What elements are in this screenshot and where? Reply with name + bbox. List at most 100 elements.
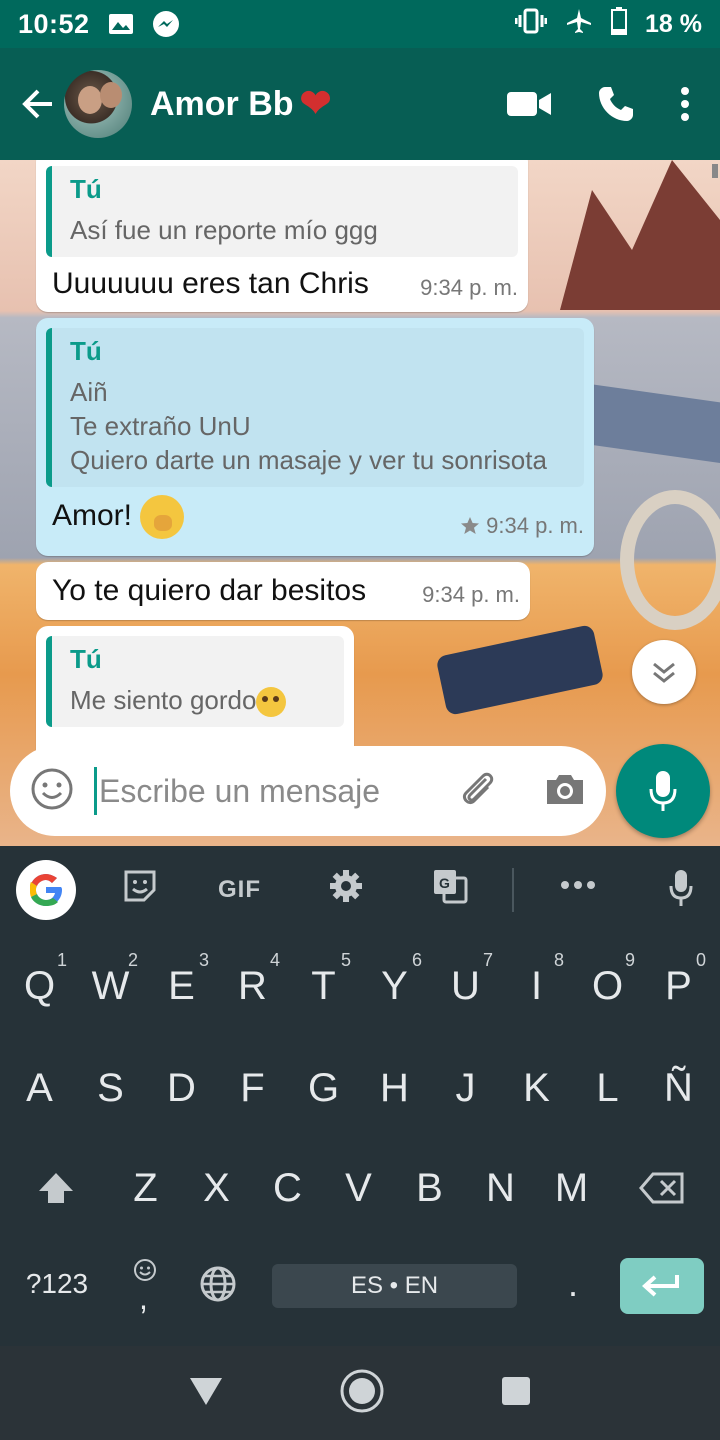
message-time: 9:34 p. m. bbox=[420, 275, 518, 300]
microphone-icon bbox=[649, 771, 677, 811]
key-o[interactable]: O9 bbox=[572, 934, 643, 1038]
back-arrow-icon[interactable] bbox=[12, 74, 64, 134]
more-icon[interactable] bbox=[560, 880, 596, 890]
key-h[interactable]: H bbox=[359, 1038, 430, 1138]
key-g[interactable]: G bbox=[288, 1038, 359, 1138]
video-call-icon[interactable] bbox=[506, 89, 552, 119]
svg-text:G: G bbox=[439, 875, 450, 891]
keyboard-toolbar: GIF G bbox=[0, 846, 720, 934]
quote-text: Aiñ bbox=[70, 377, 108, 407]
message-bubble-outgoing[interactable]: Tú Aiñ Te extraño UnU Quiero darte un ma… bbox=[36, 318, 594, 556]
contact-name: Amor Bb bbox=[150, 84, 294, 123]
key-e[interactable]: E3 bbox=[146, 934, 217, 1038]
status-time: 10:52 bbox=[18, 8, 90, 39]
heart-emoji: ❤ bbox=[299, 83, 332, 125]
key-number-hint: 5 bbox=[340, 950, 351, 970]
key-c[interactable]: C bbox=[252, 1138, 323, 1238]
double-chevron-down-icon bbox=[653, 662, 675, 683]
key-q[interactable]: Q1 bbox=[4, 934, 75, 1038]
key-z[interactable]: Z bbox=[110, 1138, 181, 1238]
key-s[interactable]: S bbox=[75, 1038, 146, 1138]
translate-icon[interactable]: G bbox=[432, 868, 468, 904]
key-number-hint: 9 bbox=[624, 950, 635, 970]
more-options-icon[interactable] bbox=[680, 86, 690, 122]
key-label: Y bbox=[381, 963, 408, 1008]
key-j[interactable]: J bbox=[430, 1038, 501, 1138]
quoted-message[interactable]: Tú Me siento gordo bbox=[46, 636, 344, 728]
key-number-hint: 0 bbox=[695, 950, 706, 970]
symbols-key[interactable]: ?123 bbox=[10, 1234, 104, 1334]
recents-square-icon[interactable] bbox=[500, 1375, 532, 1412]
language-key[interactable] bbox=[186, 1234, 250, 1334]
keyboard-mic-icon[interactable] bbox=[668, 868, 694, 908]
attach-icon[interactable] bbox=[456, 767, 500, 816]
gif-button[interactable]: GIF bbox=[218, 876, 261, 904]
emoji-icon bbox=[134, 1259, 156, 1281]
space-bar[interactable]: ES • EN bbox=[272, 1264, 517, 1308]
key-number-hint: 7 bbox=[482, 950, 493, 970]
key-b[interactable]: B bbox=[394, 1138, 465, 1238]
message-bubble-incoming[interactable]: Yo te quiero dar besitos 9:34 p. m. bbox=[36, 562, 530, 620]
comma-key[interactable]: , bbox=[112, 1234, 178, 1334]
message-time: 9:34 p. m. bbox=[422, 582, 520, 607]
voice-message-button[interactable] bbox=[616, 744, 710, 838]
key-l[interactable]: L bbox=[572, 1038, 643, 1138]
voice-call-icon[interactable] bbox=[596, 84, 636, 124]
key-p[interactable]: P0 bbox=[643, 934, 714, 1038]
scroll-to-bottom-button[interactable] bbox=[632, 640, 696, 704]
message-text: Uuuuuuu eres tan Chris bbox=[52, 267, 369, 300]
key-number-hint: 4 bbox=[269, 950, 280, 970]
key-number-hint: 2 bbox=[127, 950, 138, 970]
key-i[interactable]: I8 bbox=[501, 934, 572, 1038]
key-m[interactable]: M bbox=[536, 1138, 607, 1238]
key-row-4: ?123 , ES • EN . bbox=[0, 1234, 720, 1334]
airplane-mode-icon bbox=[565, 7, 593, 42]
navigation-bar bbox=[0, 1346, 720, 1440]
enter-key[interactable] bbox=[620, 1258, 704, 1314]
message-input[interactable]: Escribe un mensaje bbox=[94, 767, 380, 815]
quoted-message[interactable]: Tú Así fue un reporte mío ggg bbox=[46, 166, 518, 257]
camera-icon[interactable] bbox=[544, 771, 586, 812]
gallery-icon bbox=[108, 13, 134, 35]
key-a[interactable]: A bbox=[4, 1038, 75, 1138]
quote-text: Me siento gordo bbox=[70, 685, 257, 715]
scrollbar[interactable] bbox=[712, 164, 718, 178]
quote-author: Tú bbox=[70, 336, 102, 366]
key-number-hint: 3 bbox=[198, 950, 209, 970]
message-text-wrap: Amor! bbox=[46, 495, 185, 539]
period-key[interactable]: . bbox=[540, 1234, 606, 1334]
key-ñ[interactable]: Ñ bbox=[643, 1038, 714, 1138]
key-u[interactable]: U7 bbox=[430, 934, 501, 1038]
key-d[interactable]: D bbox=[146, 1038, 217, 1138]
google-icon[interactable] bbox=[16, 860, 76, 920]
home-circle-icon[interactable] bbox=[339, 1368, 385, 1419]
key-number-hint: 6 bbox=[411, 950, 422, 970]
hand-over-mouth-emoji bbox=[140, 495, 185, 539]
toolbar-divider bbox=[512, 868, 514, 912]
messenger-icon bbox=[152, 10, 180, 38]
key-k[interactable]: K bbox=[501, 1038, 572, 1138]
key-w[interactable]: W2 bbox=[75, 934, 146, 1038]
key-r[interactable]: R4 bbox=[217, 934, 288, 1038]
key-x[interactable]: X bbox=[181, 1138, 252, 1238]
sticker-icon[interactable] bbox=[122, 868, 158, 904]
settings-gear-icon[interactable] bbox=[328, 868, 364, 904]
contact-avatar[interactable] bbox=[64, 70, 132, 138]
key-v[interactable]: V bbox=[323, 1138, 394, 1238]
back-triangle-icon[interactable] bbox=[188, 1375, 224, 1412]
message-input-container[interactable]: Escribe un mensaje bbox=[10, 746, 606, 836]
message-bubble-incoming[interactable]: Tú Así fue un reporte mío ggg Uuuuuuu er… bbox=[36, 160, 528, 312]
key-y[interactable]: Y6 bbox=[359, 934, 430, 1038]
chat-header: Amor Bb ❤ bbox=[0, 48, 720, 160]
key-f[interactable]: F bbox=[217, 1038, 288, 1138]
comma-label: , bbox=[139, 1280, 148, 1316]
status-bar: 10:52 18 % bbox=[0, 0, 720, 48]
key-t[interactable]: T5 bbox=[288, 934, 359, 1038]
backspace-key[interactable] bbox=[624, 1138, 700, 1238]
key-n[interactable]: N bbox=[465, 1138, 536, 1238]
emoji-icon[interactable] bbox=[30, 767, 74, 816]
shift-key[interactable] bbox=[18, 1138, 94, 1238]
contact-name-area[interactable]: Amor Bb ❤ bbox=[150, 85, 331, 124]
key-label: W bbox=[91, 963, 130, 1008]
quoted-message[interactable]: Tú Aiñ Te extraño UnU Quiero darte un ma… bbox=[46, 328, 584, 487]
